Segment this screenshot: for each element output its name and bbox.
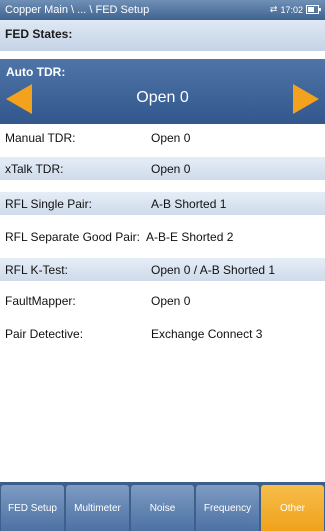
breadcrumb: Copper Main \ ... \ FED Setup	[5, 4, 150, 16]
fed-states-label: FED States:	[5, 27, 73, 41]
row-value: A-B Shorted 1	[151, 197, 227, 211]
row-xtalk-tdr[interactable]: xTalk TDR: Open 0	[0, 157, 325, 180]
row-value: Open 0 / A-B Shorted 1	[151, 263, 276, 277]
row-label: xTalk TDR:	[5, 162, 64, 176]
title-bar: Copper Main \ ... \ FED Setup ⇄ 17:02	[0, 0, 325, 20]
transfer-arrows-icon: ⇄	[269, 4, 278, 14]
row-label: RFL K-Test:	[5, 263, 68, 277]
auto-tdr-label: Auto TDR:	[6, 65, 66, 79]
row-value: Exchange Connect 3	[151, 327, 263, 341]
bottom-tab-bar: FED Setup Multimeter Noise Frequency Oth…	[0, 482, 325, 531]
tab-fed-setup[interactable]: FED Setup	[1, 485, 64, 531]
row-value: Open 0	[151, 131, 191, 145]
tab-frequency[interactable]: Frequency	[196, 485, 259, 531]
row-value: A-B-E Shorted 2	[146, 230, 234, 244]
row-label: Manual TDR:	[5, 131, 76, 145]
next-arrow-icon[interactable]	[293, 84, 319, 114]
row-label: FaultMapper:	[5, 294, 76, 308]
row-faultmapper[interactable]: FaultMapper: Open 0	[0, 289, 325, 312]
tab-other[interactable]: Other	[261, 485, 324, 531]
row-label: RFL Separate Good Pair:	[5, 230, 140, 244]
clock: 17:02	[280, 4, 303, 15]
status-area: ⇄ 17:02	[269, 4, 321, 15]
auto-tdr-value: Open 0	[136, 89, 189, 106]
row-rfl-single-pair[interactable]: RFL Single Pair: A-B Shorted 1	[0, 192, 325, 215]
row-manual-tdr[interactable]: Manual TDR: Open 0	[0, 126, 325, 149]
tab-noise[interactable]: Noise	[131, 485, 194, 531]
row-value: Open 0	[151, 162, 191, 176]
row-label: Pair Detective:	[5, 327, 84, 341]
row-label: RFL Single Pair:	[5, 197, 92, 211]
fed-states-header: FED States:	[0, 20, 325, 51]
row-pair-detective[interactable]: Pair Detective: Exchange Connect 3	[0, 322, 325, 345]
row-rfl-k-test[interactable]: RFL K-Test: Open 0 / A-B Shorted 1	[0, 258, 325, 281]
auto-tdr-selector[interactable]: Auto TDR: Open 0	[0, 59, 325, 124]
battery-icon	[306, 5, 321, 14]
row-rfl-separate-good-pair[interactable]: RFL Separate Good Pair: A-B-E Shorted 2	[0, 225, 325, 248]
row-value: Open 0	[151, 294, 191, 308]
tab-multimeter[interactable]: Multimeter	[66, 485, 129, 531]
